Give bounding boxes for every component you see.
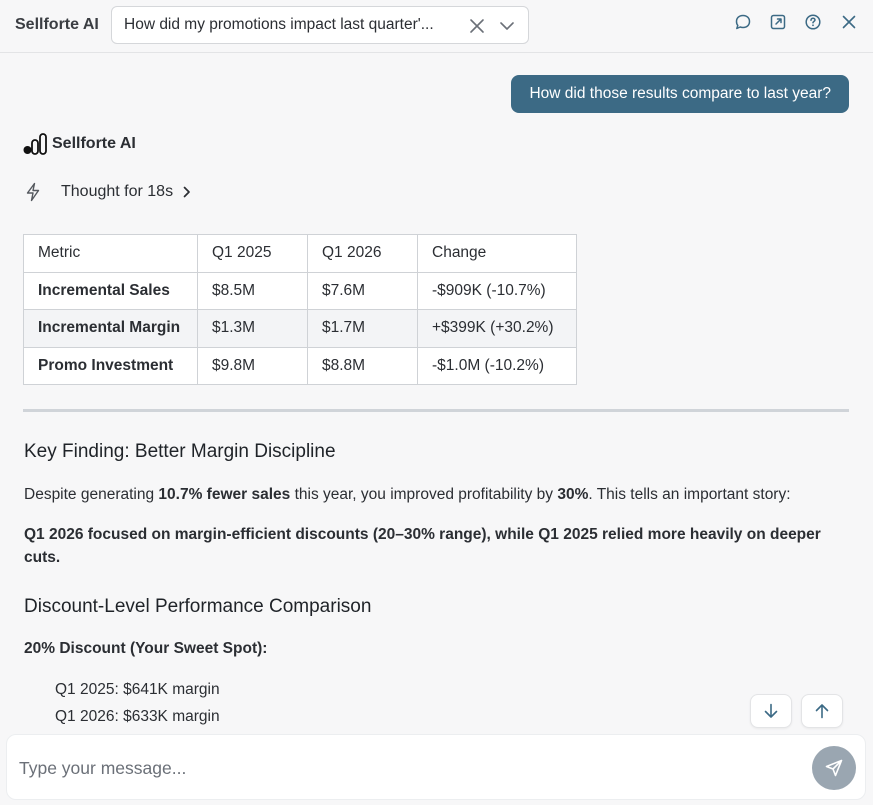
close-icon[interactable] <box>840 13 858 31</box>
chevron-down-icon[interactable] <box>498 17 516 35</box>
table-row: Incremental Margin $1.3M $1.7M +$399K (+… <box>23 309 577 348</box>
finding-summary: Q1 2026 focused on margin-efficient disc… <box>24 526 821 566</box>
divider <box>23 409 849 412</box>
comparison-heading: Discount-Level Performance Comparison <box>24 596 372 617</box>
finding-paragraph: Despite generating 10.7% fewer sales thi… <box>24 486 791 503</box>
help-icon[interactable] <box>804 13 822 31</box>
chat-bubble-icon[interactable] <box>734 13 752 31</box>
chevron-right-icon <box>183 186 190 198</box>
table-cell: $8.8M <box>307 346 418 385</box>
brand-title: Sellforte AI <box>15 16 99 33</box>
header: Sellforte AI How did my promotions impac… <box>0 0 873 53</box>
results-table: Metric Q1 2025 Q1 2026 Change Incrementa… <box>23 234 577 385</box>
chat-transcript[interactable]: How did those results compare to last ye… <box>0 54 873 734</box>
table-cell: $1.7M <box>307 309 418 348</box>
send-icon <box>825 759 843 777</box>
user-message: How did those results compare to last ye… <box>511 75 849 113</box>
table-header-cell: Metric <box>23 234 198 273</box>
conversation-select[interactable]: How did my promotions impact last quarte… <box>111 6 529 44</box>
table-cell: -$1.0M (-10.2%) <box>417 346 577 385</box>
list-item: Q1 2025: $641K margin <box>55 681 220 698</box>
table-cell: -$909K (-10.7%) <box>417 271 577 310</box>
assistant-label: Sellforte AI <box>23 132 136 156</box>
table-row: Promo Investment $9.8M $8.8M -$1.0M (-10… <box>23 346 577 385</box>
table-cell: Incremental Sales <box>23 271 198 310</box>
table-header-cell: Change <box>417 234 577 273</box>
assistant-name: Sellforte AI <box>52 135 136 152</box>
lightning-icon <box>26 182 40 202</box>
table-header-row: Metric Q1 2025 Q1 2026 Change <box>23 234 577 273</box>
thought-label: Thought for 18s <box>61 183 174 200</box>
table-cell: +$399K (+30.2%) <box>417 309 577 348</box>
table-header-cell: Q1 2026 <box>307 234 418 273</box>
discount-20-label: 20% Discount (Your Sweet Spot): <box>24 640 268 657</box>
thought-toggle[interactable]: Thought for 18s <box>25 182 193 202</box>
conversation-select-value: How did my promotions impact last quarte… <box>124 16 434 33</box>
clear-icon[interactable] <box>468 17 486 35</box>
send-button[interactable] <box>812 746 856 790</box>
message-input[interactable] <box>19 749 779 787</box>
table-header-cell: Q1 2025 <box>197 234 308 273</box>
table-cell: Promo Investment <box>23 346 198 385</box>
table-cell: $9.8M <box>197 346 308 385</box>
external-link-icon[interactable] <box>769 13 787 31</box>
sellforte-logo-icon <box>23 133 47 155</box>
table-cell: $1.3M <box>197 309 308 348</box>
list-item: Q1 2026: $633K margin <box>55 708 220 725</box>
table-cell: $7.6M <box>307 271 418 310</box>
scroll-up-button[interactable] <box>801 694 843 728</box>
arrow-up-icon <box>815 704 829 719</box>
scroll-down-button[interactable] <box>750 694 792 728</box>
arrow-down-icon <box>764 703 778 718</box>
message-composer <box>6 734 866 800</box>
table-cell: Incremental Margin <box>23 309 198 348</box>
key-finding-heading: Key Finding: Better Margin Discipline <box>24 441 336 462</box>
table-cell: $8.5M <box>197 271 308 310</box>
table-row: Incremental Sales $8.5M $7.6M -$909K (-1… <box>23 271 577 310</box>
